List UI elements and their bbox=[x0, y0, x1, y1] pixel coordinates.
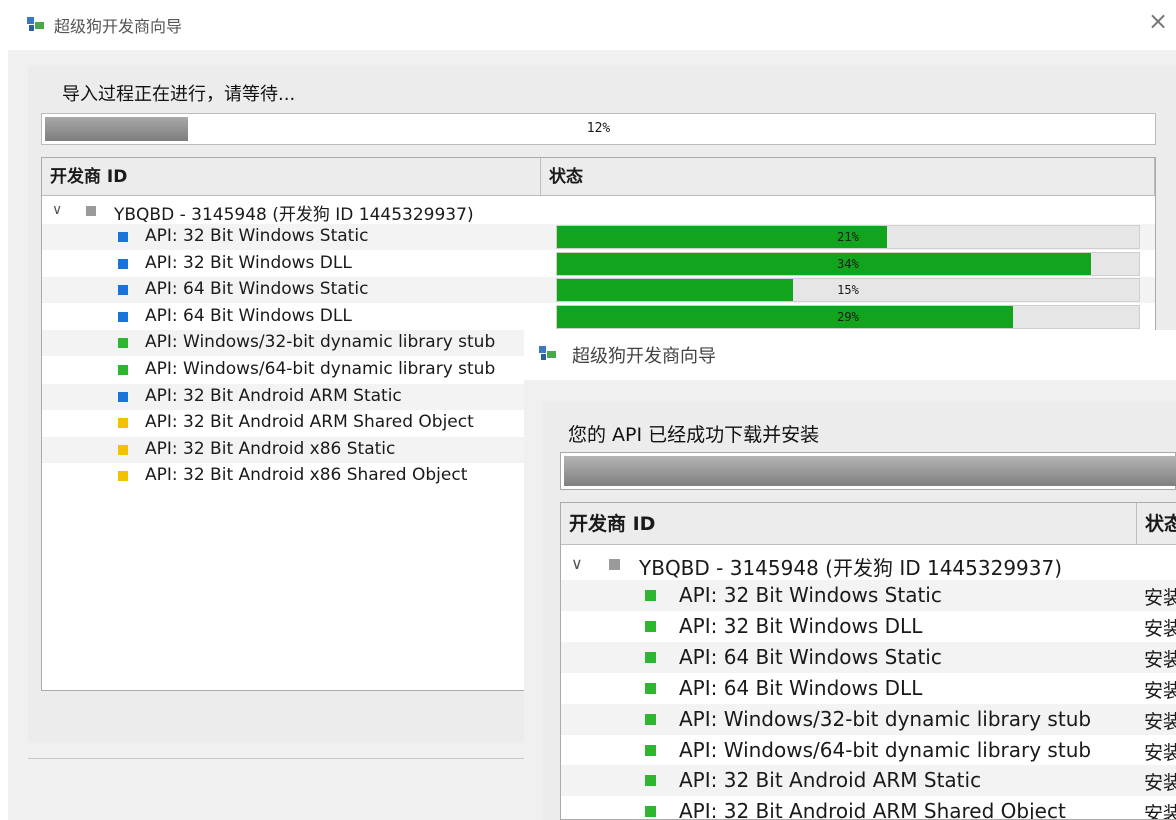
api-progress-label: 34% bbox=[837, 256, 859, 271]
api-status-icon bbox=[645, 806, 656, 818]
api-status-icon bbox=[118, 418, 128, 429]
api-label: API: Windows/64-bit dynamic library stub bbox=[679, 737, 1092, 762]
api-status-icon bbox=[645, 651, 656, 663]
api-status-icon bbox=[118, 258, 128, 269]
api-status-icon bbox=[118, 365, 128, 375]
list-item[interactable]: API: Windows/32-bit dynamic library stub… bbox=[561, 703, 1176, 735]
api-label: API: 32 Bit Windows Static bbox=[145, 226, 369, 246]
api-status-icon bbox=[645, 775, 656, 787]
column-header-vendor-id[interactable]: 开发商 ID bbox=[42, 158, 541, 196]
status-message: 导入过程正在进行，请等待... bbox=[62, 84, 296, 105]
list-item[interactable]: API: 64 Bit Windows Static 安装 bbox=[561, 641, 1176, 673]
app-icon bbox=[27, 17, 44, 31]
api-status-text: 安装 bbox=[1144, 617, 1176, 640]
api-label: API: 32 Bit Android ARM Static bbox=[145, 385, 402, 406]
list-item[interactable]: API: 32 Bit Android ARM Static 安装 bbox=[561, 765, 1176, 797]
list-item[interactable]: API: 64 Bit Windows DLL 安装 bbox=[561, 673, 1176, 704]
api-label: API: 64 Bit Windows Static bbox=[145, 279, 369, 300]
api-status-icon bbox=[118, 338, 128, 349]
api-status-icon bbox=[118, 311, 128, 322]
list-item[interactable]: API: 64 Bit Windows Static 15% bbox=[42, 277, 1155, 304]
api-progress-bar: 29% bbox=[556, 304, 1140, 329]
overall-progress-bar: 12% bbox=[41, 113, 1156, 145]
api-label: API: Windows/32-bit dynamic library stub bbox=[679, 706, 1092, 731]
api-label: API: 32 Bit Android x86 Shared Object bbox=[145, 465, 468, 486]
api-progress-label: 15% bbox=[837, 283, 859, 298]
window-title: 超级狗开发商向导 bbox=[54, 17, 183, 36]
api-status-text: 安装 bbox=[1144, 803, 1176, 820]
overall-progress-fill bbox=[564, 456, 1176, 486]
api-label: API: 32 Bit Android ARM Shared Object bbox=[679, 799, 1066, 820]
api-label: API: Windows/32-bit dynamic library stub bbox=[145, 332, 496, 353]
api-label: API: 32 Bit Windows DLL bbox=[679, 613, 923, 638]
wizard-window-complete: 超级狗开发商向导 您的 API 已经成功下载并安装 开发商 ID 状态 ∨ YB… bbox=[524, 330, 1176, 820]
window-title: 超级狗开发商向导 bbox=[572, 346, 716, 367]
list-item[interactable]: API: 32 Bit Windows Static 21% bbox=[42, 224, 1155, 250]
chevron-down-icon[interactable]: ∨ bbox=[571, 554, 583, 573]
api-status-icon bbox=[645, 744, 656, 756]
api-status-icon bbox=[645, 713, 656, 725]
status-message: 您的 API 已经成功下载并安装 bbox=[568, 424, 820, 446]
column-header-status[interactable]: 状态 bbox=[1137, 503, 1176, 545]
api-status-text: 安装 bbox=[1144, 587, 1176, 609]
column-header-status[interactable]: 状态 bbox=[541, 158, 1155, 196]
api-label: API: 32 Bit Android x86 Static bbox=[145, 438, 396, 459]
api-progress-bar: 21% bbox=[556, 225, 1140, 249]
api-status-icon bbox=[118, 391, 128, 402]
api-progress-bar: 15% bbox=[556, 278, 1140, 303]
api-status-icon bbox=[118, 232, 128, 242]
list-item[interactable]: API: 32 Bit Windows DLL 安装 bbox=[561, 611, 1176, 642]
api-label: API: 32 Bit Windows Static bbox=[679, 583, 942, 607]
chevron-down-icon[interactable]: ∨ bbox=[52, 202, 62, 218]
api-progress-label: 21% bbox=[837, 230, 859, 244]
api-status-text: 安装 bbox=[1144, 648, 1176, 671]
api-progress-label: 29% bbox=[837, 309, 859, 324]
api-status-icon bbox=[118, 285, 128, 296]
vendor-root-label: YBQBD - 3145948 (开发狗 ID 1445329937) bbox=[114, 205, 474, 225]
tree-root-row[interactable]: ∨ YBQBD - 3145948 (开发狗 ID 1445329937) bbox=[561, 549, 1176, 580]
list-item[interactable]: API: 32 Bit Windows DLL 34% bbox=[42, 251, 1155, 277]
api-list[interactable]: 开发商 ID 状态 ∨ YBQBD - 3145948 (开发狗 ID 1445… bbox=[560, 502, 1176, 820]
api-label: API: 64 Bit Windows DLL bbox=[679, 675, 923, 700]
list-item[interactable]: API: 32 Bit Windows Static 安装 bbox=[561, 580, 1176, 611]
api-status-icon bbox=[645, 620, 656, 632]
divider bbox=[28, 758, 528, 759]
title-bar[interactable]: 超级狗开发商向导 bbox=[524, 330, 1176, 380]
api-status-icon bbox=[118, 471, 128, 482]
vendor-root-label: YBQBD - 3145948 (开发狗 ID 1445329937) bbox=[639, 556, 1063, 580]
api-status-icon bbox=[645, 682, 656, 694]
app-icon bbox=[539, 346, 556, 360]
tree-root-row[interactable]: ∨ YBQBD - 3145948 (开发狗 ID 1445329937) bbox=[42, 198, 1155, 225]
api-status-text: 安装 bbox=[1144, 710, 1176, 733]
vendor-node-icon bbox=[86, 206, 96, 216]
list-item[interactable]: API: Windows/64-bit dynamic library stub… bbox=[561, 735, 1176, 766]
vendor-node-icon bbox=[609, 559, 620, 570]
api-status-text: 安装 bbox=[1144, 741, 1176, 764]
api-status-text: 安装 bbox=[1144, 772, 1176, 795]
api-label: API: Windows/64-bit dynamic library stub bbox=[145, 359, 496, 379]
api-label: API: 32 Bit Android ARM Static bbox=[679, 768, 982, 793]
close-icon[interactable]: × bbox=[1148, 9, 1168, 33]
title-bar[interactable]: 超级狗开发商向导 × bbox=[0, 0, 1176, 50]
overall-progress-label: 12% bbox=[586, 121, 611, 136]
overall-progress-bar bbox=[560, 452, 1176, 490]
api-label: API: 64 Bit Windows Static bbox=[679, 644, 942, 669]
list-item[interactable]: API: 32 Bit Android ARM Shared Object 安装 bbox=[561, 796, 1176, 820]
api-label: API: 32 Bit Windows DLL bbox=[145, 252, 352, 273]
list-item[interactable]: API: 64 Bit Windows DLL 29% bbox=[42, 304, 1155, 330]
column-header-vendor-id[interactable]: 开发商 ID bbox=[561, 503, 1137, 545]
api-status-icon bbox=[118, 444, 128, 455]
api-status-text: 安装 bbox=[1144, 679, 1176, 702]
api-label: API: 64 Bit Windows DLL bbox=[145, 305, 352, 326]
api-progress-bar: 34% bbox=[556, 251, 1140, 276]
api-status-icon bbox=[645, 590, 656, 601]
api-label: API: 32 Bit Android ARM Shared Object bbox=[145, 412, 474, 433]
